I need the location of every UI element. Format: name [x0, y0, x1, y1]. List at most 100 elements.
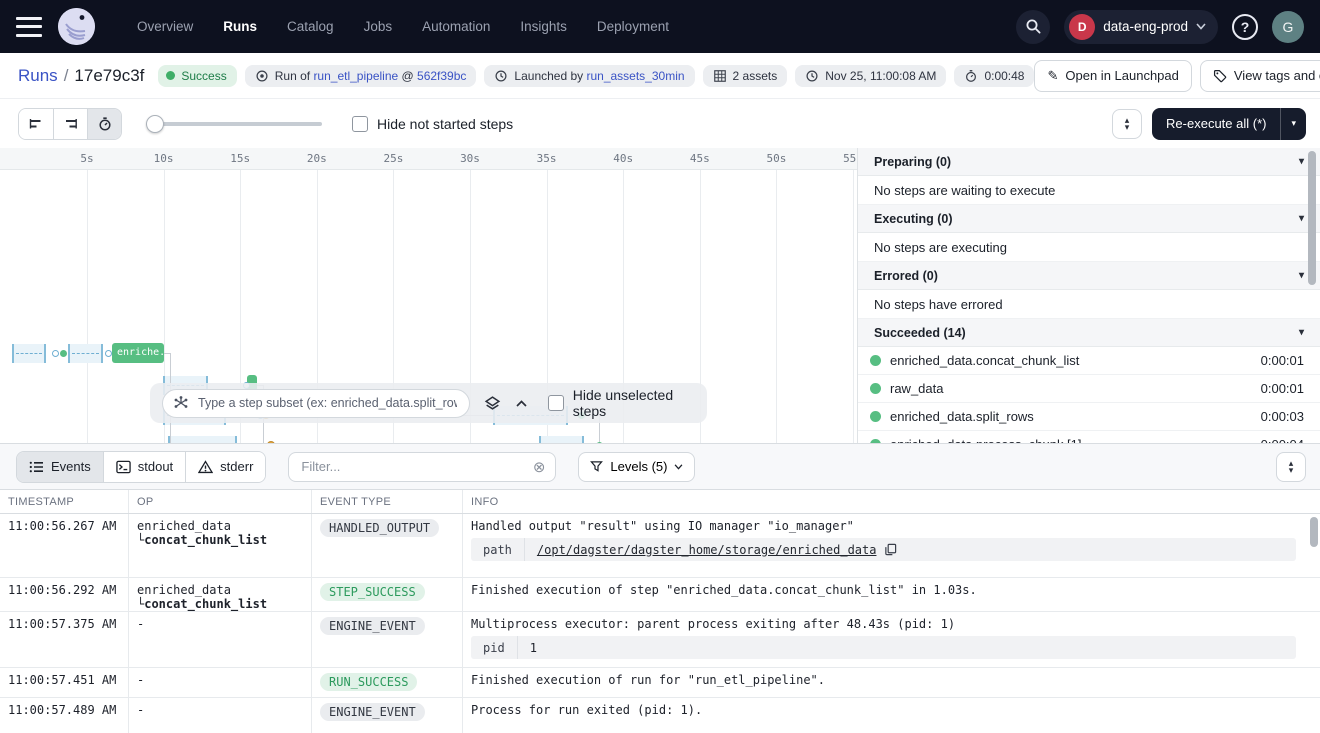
breadcrumb-separator: /	[64, 66, 69, 85]
events-scrollbar[interactable]	[1310, 517, 1318, 547]
succeeded-step-row[interactable]: enriched_data.concat_chunk_list 0:00:01	[858, 347, 1320, 375]
axis-tick: 5s	[70, 152, 104, 165]
section-preparing[interactable]: Preparing (0)▾	[858, 148, 1320, 176]
gantt-queued-range[interactable]	[68, 344, 103, 363]
axis-tick: 25s	[376, 152, 410, 165]
success-dot-icon	[870, 411, 881, 422]
col-info: INFO	[462, 490, 1320, 513]
gantt-queued-range[interactable]	[12, 344, 46, 363]
user-avatar[interactable]: G	[1272, 11, 1304, 43]
gantt-waterfall-icon	[63, 116, 79, 132]
step-name[interactable]: enriched_data.concat_chunk_list	[890, 353, 1079, 368]
gantt-view-mode-group	[18, 108, 122, 140]
reexecute-all-button[interactable]: Re-execute all (*)	[1152, 108, 1280, 140]
dagster-logo[interactable]	[58, 8, 95, 45]
gantt-chart[interactable]: 5s10s15s20s25s30s35s40s45s50s55s enriche…	[0, 148, 857, 443]
tab-stdout[interactable]: stdout	[103, 452, 185, 482]
steps-panel-scrollbar[interactable]	[1308, 151, 1316, 285]
hide-unselected-checkbox[interactable]	[548, 395, 564, 411]
step-name[interactable]: enriched_data.split_rows	[890, 409, 1034, 424]
events-panel-resize-button[interactable]: ▴▾	[1276, 452, 1306, 482]
workspace-switcher[interactable]: D data-eng-prod	[1064, 10, 1218, 44]
clear-filter-icon[interactable]: ⊗	[533, 458, 546, 476]
step-name[interactable]: raw_data	[890, 381, 943, 396]
view-tags-config-button[interactable]: View tags and config	[1200, 60, 1320, 92]
view-mode-timed-button[interactable]	[87, 109, 121, 139]
preparing-empty-text: No steps are waiting to execute	[858, 176, 1320, 205]
waiting-marker-icon	[105, 350, 112, 357]
nav-item-overview[interactable]: Overview	[137, 19, 193, 34]
slider-track[interactable]	[146, 122, 322, 126]
event-type-badge: ENGINE_EVENT	[320, 703, 425, 721]
event-info: Process for run exited (pid: 1).	[462, 698, 1320, 733]
breadcrumb-runs-link[interactable]: Runs	[18, 66, 58, 85]
nav-item-catalog[interactable]: Catalog	[287, 19, 334, 34]
collapse-overlay-button[interactable]	[515, 399, 528, 408]
help-button[interactable]: ?	[1232, 14, 1258, 40]
event-timestamp: 11:00:57.451 AM	[0, 668, 128, 697]
gantt-step-bar-labeled[interactable]: enriche.	[112, 343, 164, 363]
layers-icon	[484, 395, 501, 412]
gantt-queued-range[interactable]	[168, 436, 237, 444]
nav-item-jobs[interactable]: Jobs	[364, 19, 393, 34]
section-errored[interactable]: Errored (0)▾	[858, 262, 1320, 290]
axis-tick: 55s	[836, 152, 857, 165]
event-row: 11:00:57.451 AM - RUN_SUCCESS Finished e…	[0, 668, 1320, 698]
stopwatch-icon	[97, 116, 113, 132]
step-duration: 0:00:01	[1261, 381, 1304, 396]
layers-button[interactable]	[484, 395, 501, 412]
terminal-icon	[116, 460, 131, 474]
succeeded-step-row[interactable]: enriched_data.process_chunk [1] 0:00:04	[858, 431, 1320, 443]
section-succeeded[interactable]: Succeeded (14)▾	[858, 319, 1320, 347]
log-filter-box[interactable]: ⊗	[288, 452, 556, 482]
open-in-launchpad-button[interactable]: ✎ Open in Launchpad	[1034, 60, 1191, 92]
event-type: ENGINE_EVENT	[311, 698, 462, 733]
pipeline-link[interactable]: run_etl_pipeline	[313, 69, 398, 83]
hide-not-started-checkbox[interactable]	[352, 116, 368, 132]
commit-link[interactable]: 562f39bc	[417, 69, 466, 83]
success-dot-icon	[870, 383, 881, 394]
col-timestamp: TIMESTAMP	[0, 490, 128, 513]
axis-tick: 30s	[453, 152, 487, 165]
view-mode-waterfall-button[interactable]	[53, 109, 87, 139]
event-op: -	[128, 612, 311, 667]
event-op: -	[128, 698, 311, 733]
succeeded-step-row[interactable]: enriched_data.split_rows 0:00:03	[858, 403, 1320, 431]
step-duration: 0:00:03	[1261, 409, 1304, 424]
slider-knob[interactable]	[146, 115, 164, 133]
nav-item-insights[interactable]: Insights	[520, 19, 567, 34]
succeeded-step-row[interactable]: raw_data 0:00:01	[858, 375, 1320, 403]
nav-item-automation[interactable]: Automation	[422, 19, 490, 34]
op-selector-icon	[173, 395, 189, 411]
reexecute-dropdown-button[interactable]: ▾	[1280, 108, 1306, 140]
step-subset-inputbox[interactable]	[162, 389, 470, 418]
event-op: enriched_data└concat_chunk_list	[128, 578, 311, 611]
tag-duration: 0:00:48	[954, 65, 1034, 87]
col-op: OP	[128, 490, 311, 513]
search-icon	[1025, 18, 1042, 35]
view-mode-flat-button[interactable]	[19, 109, 53, 139]
gantt-zoom-slider[interactable]	[146, 115, 322, 133]
levels-filter-button[interactable]: Levels (5)	[578, 452, 695, 482]
gantt-queued-range[interactable]	[539, 436, 584, 444]
tag-run-of: Run of run_etl_pipeline @ 562f39bc	[245, 65, 477, 87]
copy-button[interactable]	[884, 543, 897, 556]
event-info: Handled output "result" using IO manager…	[462, 514, 1320, 577]
schedule-link[interactable]: run_assets_30min	[586, 69, 684, 83]
tab-stderr[interactable]: stderr	[185, 452, 265, 482]
nav-item-runs[interactable]: Runs	[223, 19, 257, 34]
storage-path-link[interactable]: /opt/dagster/dagster_home/storage/enrich…	[537, 543, 877, 557]
hamburger-menu-icon[interactable]	[16, 17, 42, 37]
run-target-icon	[255, 69, 269, 83]
event-op: -	[128, 668, 311, 697]
metadata-key: pid	[471, 636, 518, 659]
panel-resize-button[interactable]: ▴▾	[1112, 109, 1142, 139]
event-list-icon	[29, 460, 44, 474]
section-executing[interactable]: Executing (0)▾	[858, 205, 1320, 233]
search-button[interactable]	[1016, 10, 1050, 44]
tab-events[interactable]: Events	[17, 452, 103, 482]
event-info: Finished execution of run for "run_etl_p…	[462, 668, 1320, 697]
log-filter-input[interactable]	[299, 458, 532, 475]
step-subset-input[interactable]	[196, 395, 459, 411]
nav-item-deployment[interactable]: Deployment	[597, 19, 669, 34]
